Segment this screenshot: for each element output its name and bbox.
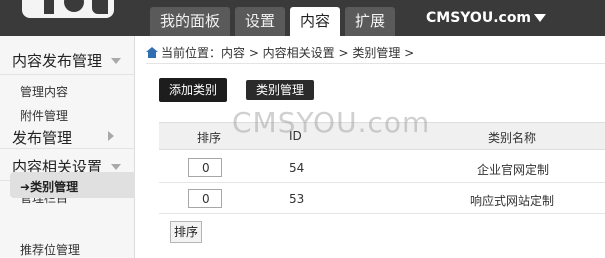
- sidebar-item-attachments[interactable]: 附件管理: [20, 107, 68, 124]
- watermark: CMSYOU.com: [232, 106, 431, 139]
- caret-down-icon: [534, 14, 547, 22]
- breadcrumb: 当前位置：内容 > 内容相关设置 > 类别管理 >: [146, 44, 414, 61]
- tab-settings[interactable]: 设置: [235, 7, 286, 36]
- sidebar-item-manage-content[interactable]: 管理内容: [20, 83, 68, 100]
- tab-extensions[interactable]: 扩展: [345, 7, 396, 36]
- category-manage-button[interactable]: 类别管理: [246, 80, 315, 100]
- main-nav-tabs: 我的面板 设置 内容 扩展: [150, 7, 400, 36]
- order-input[interactable]: [188, 158, 222, 177]
- top-header: 我的面板 设置 内容 扩展 CMSYOU.com: [0, 0, 605, 36]
- row-category-name: 响应式网站定制: [470, 194, 555, 208]
- order-input[interactable]: [188, 189, 222, 208]
- column-header-order: 排序: [197, 131, 222, 145]
- tab-content[interactable]: 内容: [290, 7, 341, 36]
- row-id: 53: [289, 192, 305, 206]
- site-name: CMSYOU.com: [426, 10, 532, 26]
- breadcrumb-text: 当前位置：内容 > 内容相关设置 > 类别管理 >: [161, 46, 415, 60]
- sidebar-item-recommend-positions[interactable]: 推荐位管理: [20, 241, 80, 258]
- divider: [146, 63, 605, 64]
- chevron-down-icon: [111, 58, 121, 64]
- tab-my-panel[interactable]: 我的面板: [150, 7, 231, 36]
- divider: [0, 74, 135, 75]
- sort-button[interactable]: 排序: [170, 221, 203, 243]
- sidebar-section-content-publish[interactable]: 内容发布管理: [12, 50, 102, 71]
- logo: [22, 0, 114, 18]
- table-row: 53 响应式网站定制: [159, 183, 605, 214]
- home-icon[interactable]: [146, 47, 158, 58]
- row-category-name: 企业官网定制: [477, 163, 550, 177]
- chevron-down-icon: [111, 164, 121, 170]
- chevron-right-icon: [108, 131, 114, 141]
- add-category-button[interactable]: 添加类别: [159, 78, 228, 102]
- sidebar-item-category-manage[interactable]: ➜类别管理: [20, 178, 78, 195]
- site-switcher[interactable]: CMSYOU.com: [426, 10, 547, 26]
- column-header-name: 类别名称: [488, 131, 537, 145]
- divider: [0, 148, 135, 149]
- row-id: 54: [289, 161, 305, 175]
- sidebar-section-publish[interactable]: 发布管理: [12, 127, 72, 148]
- arrow-right-icon: ➜: [20, 180, 31, 194]
- table-row: 54 企业官网定制: [159, 152, 605, 183]
- sidebar: 内容发布管理 管理内容 附件管理 发布管理 内容相关设置 管理栏目: [0, 36, 135, 258]
